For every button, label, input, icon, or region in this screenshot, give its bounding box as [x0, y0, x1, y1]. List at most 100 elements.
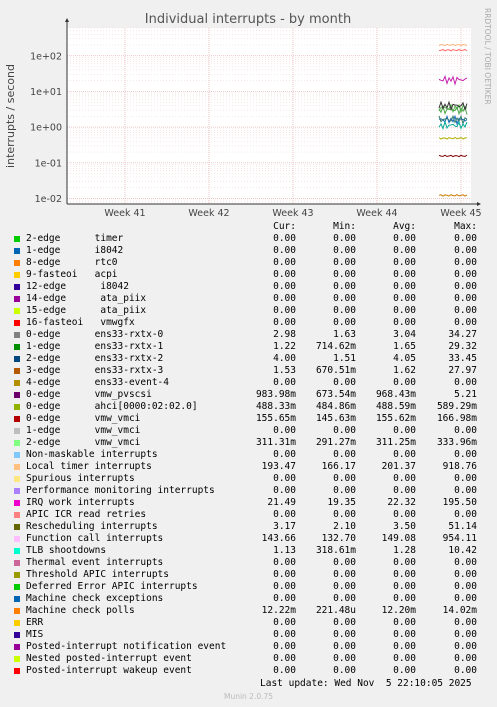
legend-avg-value: 0.00: [393, 293, 416, 304]
legend-row: MIS 0.00 0.00 0.00 0.00: [0, 629, 497, 641]
legend-min-value: 0.00: [333, 509, 356, 520]
legend-avg-value: 0.00: [393, 425, 416, 436]
legend-swatch: [14, 236, 20, 242]
legend-cur-value: 2.98: [273, 329, 296, 340]
legend-swatch: [14, 356, 20, 362]
legend-min-value: 0.00: [333, 557, 356, 568]
legend-cur-value: 0.00: [273, 233, 296, 244]
legend-min-value: 0.00: [333, 305, 356, 316]
legend-avg-value: 0.00: [393, 617, 416, 628]
legend-avg-value: 0.00: [393, 257, 416, 268]
legend-min-value: 0.00: [333, 245, 356, 256]
legend-row: 2-edge vmw_vmci 311.31m 291.27m 311.25m 333.…: [0, 437, 497, 449]
legend-label: TLB shootdowns: [26, 545, 107, 556]
legend-min-value: 0.00: [333, 485, 356, 496]
legend-row: IRQ work interrupts 21.49 19.35 22.32 195.50: [0, 497, 497, 509]
x-tick-label: Week 42: [188, 208, 229, 219]
legend-cur-value: 4.00: [273, 353, 296, 364]
legend-swatch: [14, 368, 20, 374]
legend-min-value: 0.00: [333, 653, 356, 664]
legend-max-value: 0.00: [454, 665, 477, 676]
legend-max-value: 0.00: [454, 581, 477, 592]
y-tick-label: 1e-02: [35, 194, 62, 205]
legend-avg-value: 0.00: [393, 593, 416, 604]
legend-min-value: 1.51: [333, 353, 356, 364]
legend-min-value: 714.62m: [315, 341, 356, 352]
legend-max-value: 0.00: [454, 473, 477, 484]
legend-cur-value: 0.00: [273, 245, 296, 256]
legend-label: 2-edge vmw_vmci: [26, 437, 141, 448]
legend-cur-value: 12.22m: [261, 605, 296, 616]
legend-row: 0-edge ens33-rxtx-0 2.98 1.63 3.04 34.27: [0, 329, 497, 341]
legend-swatch: [14, 416, 20, 422]
legend-label: 2-edge ens33-rxtx-2: [26, 353, 164, 364]
legend-label: 8-edge rtc0: [26, 257, 118, 268]
legend-label: 1-edge ens33-rxtx-1: [26, 341, 164, 352]
legend-cur-value: 1.13: [273, 545, 296, 556]
legend-swatch: [14, 524, 20, 530]
legend-avg-value: 0.00: [393, 485, 416, 496]
legend-swatch: [14, 512, 20, 518]
legend-row: 9-fasteoi acpi 0.00 0.00 0.00 0.00: [0, 269, 497, 281]
legend-label: IRQ work interrupts: [26, 497, 135, 508]
legend-swatch: [14, 320, 20, 326]
legend-min-value: 145.63m: [315, 413, 356, 424]
legend-min-value: 291.27m: [315, 437, 356, 448]
legend-row: 0-edge ahci[0000:02:02.0] 488.33m 484.86m 4…: [0, 401, 497, 413]
legend-row: Nested posted-interrupt event 0.00 0.00 0.0…: [0, 653, 497, 665]
chart-title: Individual interrupts - by month: [145, 12, 351, 27]
legend-label: Local timer interrupts: [26, 461, 152, 472]
legend-cur-value: 0.00: [273, 509, 296, 520]
chart: 1e+02 1e+01 1e+00 1e-01 1e-02 Week 41 Week 42 W…: [4, 8, 492, 219]
legend-max-value: 0.00: [454, 317, 477, 328]
x-tick-label: Week 44: [356, 208, 397, 219]
legend-swatch: [14, 560, 20, 566]
legend-cur-value: 0.00: [273, 641, 296, 652]
legend-cur-value: 0.00: [273, 473, 296, 484]
legend-swatch: [14, 392, 20, 398]
legend-row: 1-edge vmw_vmci 0.00 0.00 0.00 0.00: [0, 425, 497, 437]
legend-max-value: 0.00: [454, 257, 477, 268]
legend-row: Function call interrupts 143.66 132.70 149.…: [0, 533, 497, 545]
legend-swatch: [14, 452, 20, 458]
legend-swatch: [14, 428, 20, 434]
legend-max-value: 5.21: [454, 389, 477, 400]
legend-label: Deferred Error APIC interrupts: [26, 581, 198, 592]
legend-avg-value: 0.00: [393, 317, 416, 328]
legend-row: Local timer interrupts 193.47 166.17 201.37…: [0, 461, 497, 473]
legend-swatch: [14, 608, 20, 614]
legend-row: Deferred Error APIC interrupts 0.00 0.00 0.…: [0, 581, 497, 593]
legend-cur-value: 311.31m: [255, 437, 296, 448]
legend-avg-value: 0.00: [393, 233, 416, 244]
legend-min-value: 0.00: [333, 569, 356, 580]
legend-label: 16-fasteoi vmwgfx: [26, 317, 135, 328]
legend-swatch: [14, 620, 20, 626]
legend-row: Performance monitoring interrupts 0.00 0.0…: [0, 485, 497, 497]
legend-cur-value: 0.00: [273, 281, 296, 292]
legend-row: APIC ICR read retries 0.00 0.00 0.00 0.00: [0, 509, 497, 521]
legend-avg-value: 0.00: [393, 449, 416, 460]
legend-label: Posted-interrupt notification event: [26, 641, 227, 652]
legend-min-value: 0.00: [333, 233, 356, 244]
legend-avg-value: 149.08: [381, 533, 416, 544]
legend-swatch: [14, 440, 20, 446]
legend-row: Spurious interrupts 0.00 0.00 0.00 0.00: [0, 473, 497, 485]
legend-avg-value: 0.00: [393, 569, 416, 580]
legend-max-value: 27.97: [448, 365, 477, 376]
legend-max-value: 0.00: [454, 305, 477, 316]
legend-swatch: [14, 476, 20, 482]
legend-avg-value: 22.32: [387, 497, 416, 508]
x-tick-label: Week 45: [440, 208, 481, 219]
legend-avg-value: 488.59m: [375, 401, 416, 412]
legend-min-value: 0.00: [333, 377, 356, 388]
legend-row: 14-edge ata_piix 0.00 0.00 0.00 0.00: [0, 293, 497, 305]
x-axis-arrow: [477, 202, 481, 206]
legend-swatch: [14, 596, 20, 602]
legend-label: 0-edge vmw_pvscsi: [26, 389, 152, 400]
legend-row: Posted-interrupt notification event 0.00 0…: [0, 641, 497, 653]
legend-swatch: [14, 488, 20, 494]
header-avg: Avg:: [393, 221, 416, 232]
legend-min-value: 0.00: [333, 293, 356, 304]
legend-max-value: 0.00: [454, 509, 477, 520]
legend-max-value: 29.32: [448, 341, 477, 352]
